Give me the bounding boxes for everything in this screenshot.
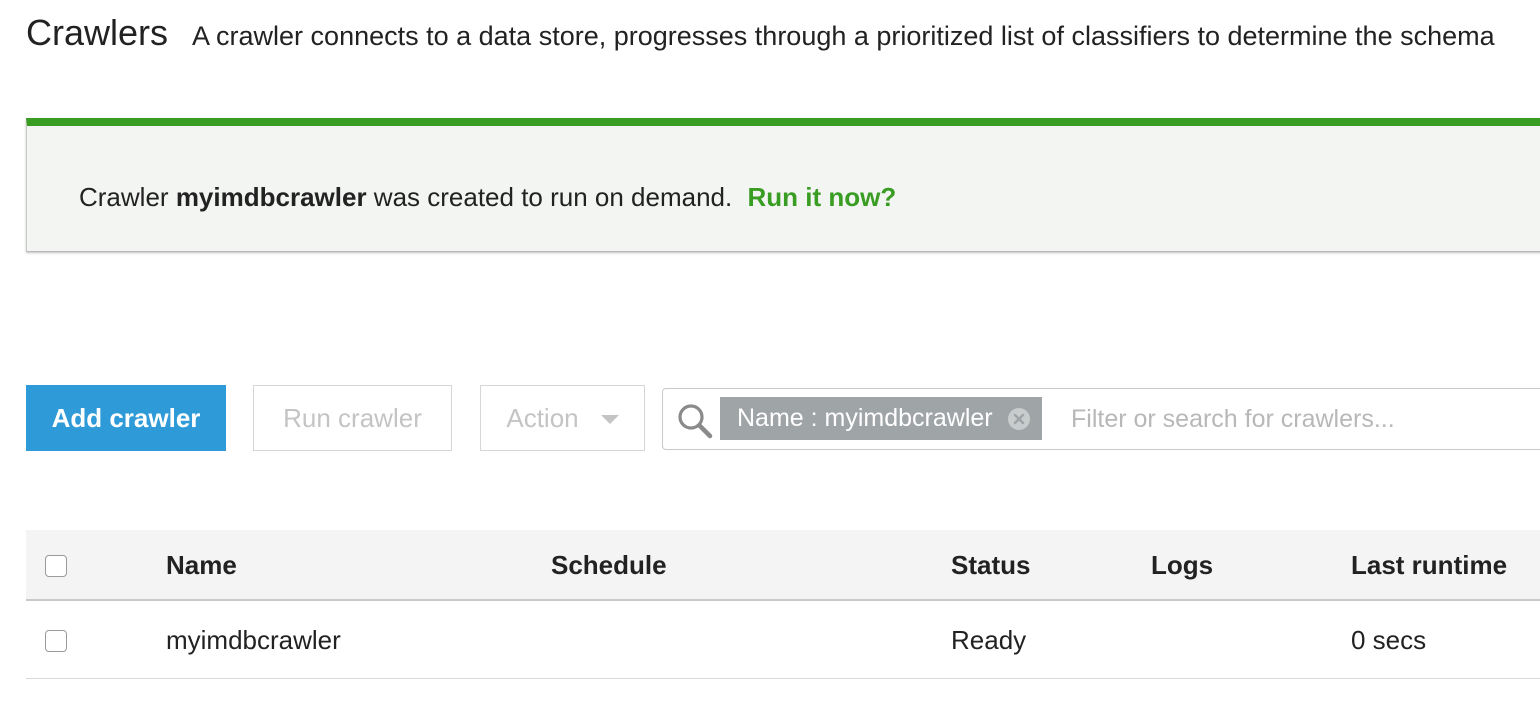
- crawler-status: Ready: [951, 625, 1027, 655]
- column-header-status[interactable]: Status: [951, 550, 1030, 581]
- table-row: myimdbcrawler Ready 0 secs: [26, 601, 1540, 679]
- filter-token: Name : myimdbcrawler: [720, 397, 1042, 440]
- success-banner: Crawler myimdbcrawler was created to run…: [26, 118, 1540, 252]
- column-header-schedule[interactable]: Schedule: [551, 550, 667, 581]
- page-description: A crawler connects to a data store, prog…: [192, 21, 1495, 51]
- page-header: Crawlers A crawler connects to a data sto…: [26, 12, 1495, 54]
- banner-crawler-name: myimdbcrawler: [175, 182, 367, 212]
- search-input[interactable]: [1071, 399, 1540, 439]
- column-header-name[interactable]: Name: [166, 550, 237, 581]
- search-bar[interactable]: Name : myimdbcrawler: [662, 388, 1540, 450]
- crawlers-page: Crawlers A crawler connects to a data sto…: [0, 0, 1540, 728]
- caret-down-icon: [600, 415, 619, 424]
- remove-filter-icon[interactable]: [1007, 407, 1031, 431]
- select-all-checkbox[interactable]: [45, 555, 67, 577]
- banner-message: Crawler myimdbcrawler was created to run…: [79, 182, 896, 213]
- run-it-now-link[interactable]: Run it now?: [747, 182, 896, 212]
- run-crawler-button[interactable]: Run crawler: [253, 385, 452, 451]
- crawler-name-link[interactable]: myimdbcrawler: [166, 625, 341, 656]
- page-title: Crawlers: [26, 12, 169, 53]
- column-header-logs[interactable]: Logs: [1151, 550, 1213, 581]
- banner-prefix: Crawler: [79, 182, 169, 212]
- table-header: Name Schedule Status Logs Last runtime: [26, 530, 1540, 601]
- row-checkbox[interactable]: [45, 630, 67, 652]
- action-dropdown[interactable]: Action: [480, 385, 645, 451]
- banner-suffix: was created to run on demand.: [373, 182, 733, 212]
- crawler-last-runtime: 0 secs: [1351, 625, 1427, 655]
- column-header-last-runtime[interactable]: Last runtime: [1351, 550, 1507, 581]
- search-icon: [678, 404, 713, 439]
- filter-token-label: Name : myimdbcrawler: [737, 404, 993, 432]
- action-label: Action: [506, 402, 579, 433]
- add-crawler-button[interactable]: Add crawler: [26, 385, 226, 451]
